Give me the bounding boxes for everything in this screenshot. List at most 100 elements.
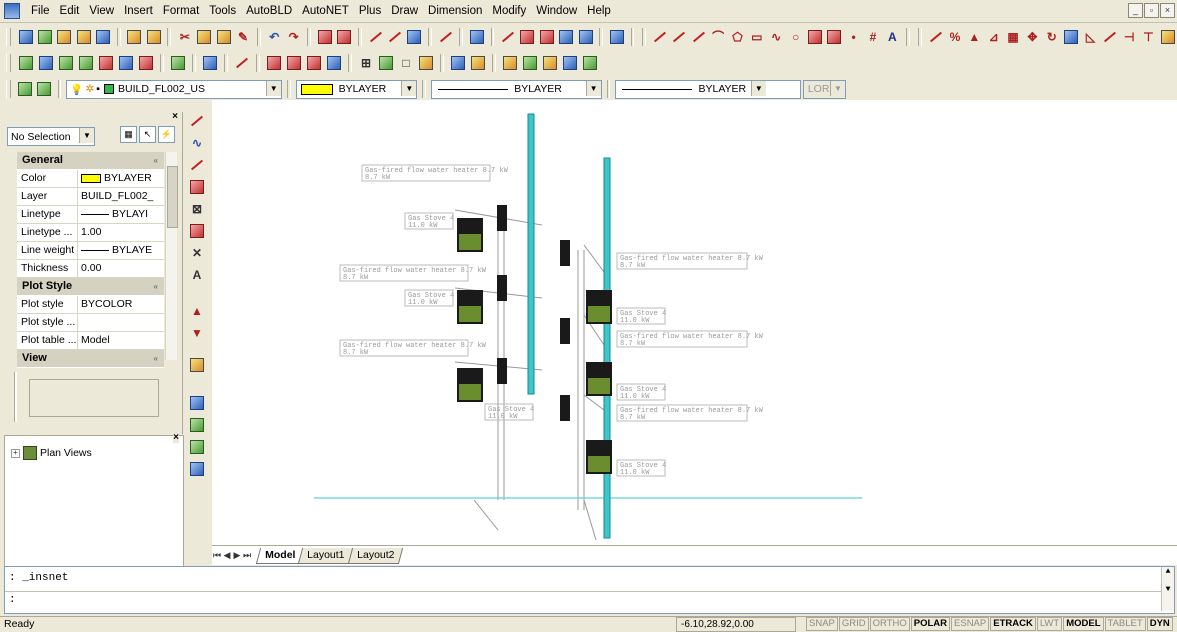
draw-cross-icon[interactable]: ✕ bbox=[188, 244, 206, 262]
menu-tools[interactable]: Tools bbox=[204, 5, 241, 17]
lineweight-select[interactable]: BYLAYER ▼ bbox=[615, 79, 801, 99]
trim-icon[interactable] bbox=[1101, 28, 1118, 46]
paste-icon[interactable] bbox=[215, 28, 232, 46]
bld-beam-icon[interactable] bbox=[469, 54, 487, 72]
undo-icon[interactable]: ↶ bbox=[266, 28, 283, 46]
menu-insert[interactable]: Insert bbox=[119, 5, 158, 17]
scroll-thumb[interactable] bbox=[167, 166, 178, 228]
last-tab-icon[interactable]: ⏭ bbox=[242, 550, 252, 561]
net-device-icon[interactable] bbox=[57, 54, 75, 72]
property-row[interactable]: Line weight BYLAYE bbox=[17, 242, 164, 260]
bld-door-icon[interactable] bbox=[285, 54, 303, 72]
toggle-dyn[interactable]: DYN bbox=[1146, 617, 1173, 631]
scale-icon[interactable] bbox=[1062, 28, 1079, 46]
tab-layout2[interactable]: Layout2 bbox=[347, 547, 404, 564]
toggle-grid[interactable]: GRID bbox=[838, 617, 869, 631]
net-check-icon[interactable] bbox=[117, 54, 135, 72]
save-icon[interactable] bbox=[94, 28, 111, 46]
zoom-in-icon[interactable] bbox=[558, 28, 575, 46]
print-preview-icon[interactable] bbox=[145, 28, 162, 46]
draw-block-icon[interactable] bbox=[188, 460, 206, 478]
net-valve-icon[interactable] bbox=[77, 54, 95, 72]
collapse-icon[interactable]: « bbox=[154, 350, 158, 367]
net-layer-icon[interactable] bbox=[169, 54, 187, 72]
polyline-icon[interactable] bbox=[367, 28, 384, 46]
selection-select[interactable]: No Selection ▼ bbox=[7, 127, 95, 146]
tree-node-plan-views[interactable]: + Plan Views bbox=[11, 446, 92, 460]
menu-draw[interactable]: Draw bbox=[386, 5, 423, 17]
property-row[interactable]: Layer BUILD_FL002_ bbox=[17, 188, 164, 206]
draw-line-icon[interactable] bbox=[188, 112, 206, 130]
plotstyle-select[interactable]: LOR ▼ bbox=[802, 79, 847, 99]
zoom-previous-icon[interactable] bbox=[577, 28, 594, 46]
bld-room-icon[interactable] bbox=[377, 54, 395, 72]
toggle-tablet[interactable]: TABLET bbox=[1104, 617, 1146, 631]
copy-icon[interactable] bbox=[196, 28, 213, 46]
minimize-icon[interactable]: _ bbox=[1128, 3, 1143, 18]
close-icon[interactable]: × bbox=[1160, 3, 1175, 18]
bld-roof-icon[interactable] bbox=[417, 54, 435, 72]
menu-modify[interactable]: Modify bbox=[487, 5, 531, 17]
spline-icon[interactable]: ∿ bbox=[768, 28, 785, 46]
insert-block-icon[interactable] bbox=[806, 28, 823, 46]
dimension-icon[interactable] bbox=[386, 28, 403, 46]
property-row[interactable]: Linetype ... 1.00 bbox=[17, 224, 164, 242]
draw-text-icon[interactable]: A bbox=[188, 266, 206, 284]
chamfer-icon[interactable] bbox=[1159, 28, 1176, 46]
linetype-select[interactable]: BYLAYER ▼ bbox=[431, 79, 602, 99]
point-icon[interactable]: • bbox=[845, 28, 862, 46]
close-icon[interactable]: × bbox=[173, 432, 179, 443]
rotate-icon[interactable]: ↻ bbox=[1043, 28, 1060, 46]
match-properties-icon[interactable]: ✎ bbox=[234, 28, 251, 46]
chevron-down-icon[interactable]: ▼ bbox=[830, 80, 846, 96]
first-tab-icon[interactable]: ⏮ bbox=[212, 550, 222, 561]
bld-render-icon[interactable] bbox=[561, 54, 579, 72]
property-row[interactable]: Thickness 0.00 bbox=[17, 260, 164, 278]
triangle-down-icon[interactable]: ▼ bbox=[188, 324, 206, 342]
bld-3d-icon[interactable] bbox=[541, 54, 559, 72]
property-row[interactable]: Plot style ... bbox=[17, 314, 164, 332]
property-row[interactable]: Linetype BYLAYI bbox=[17, 206, 164, 224]
collapse-icon[interactable]: « bbox=[154, 152, 158, 169]
chevron-down-icon[interactable]: ▼ bbox=[79, 128, 94, 143]
cut-icon[interactable]: ✂ bbox=[176, 28, 193, 46]
chevron-down-icon[interactable]: ▼ bbox=[585, 80, 601, 96]
move-icon[interactable]: ✥ bbox=[1024, 28, 1041, 46]
design-center-icon[interactable] bbox=[336, 28, 353, 46]
tab-layout1[interactable]: Layout1 bbox=[298, 547, 354, 564]
help-icon[interactable] bbox=[608, 28, 625, 46]
draw-table-icon[interactable] bbox=[188, 178, 206, 196]
triangle-up-icon[interactable]: ▲ bbox=[188, 302, 206, 320]
draw-spline-icon[interactable]: ∿ bbox=[188, 134, 206, 152]
draw-wipeout-icon[interactable] bbox=[188, 222, 206, 240]
menu-format[interactable]: Format bbox=[158, 5, 204, 17]
toggle-etrack[interactable]: ETRACK bbox=[990, 617, 1036, 631]
array-icon[interactable]: ▦ bbox=[1004, 28, 1021, 46]
drawing-canvas[interactable]: Gas-fired flow water heater 8.7 kW 8.7 kW… bbox=[212, 100, 1177, 545]
multiline-icon[interactable] bbox=[690, 28, 707, 46]
draw-layer-icon[interactable] bbox=[188, 356, 206, 374]
command-line[interactable]: : _insnet : ▲ ▼ bbox=[4, 566, 1175, 614]
bld-section-icon[interactable] bbox=[501, 54, 519, 72]
layer-icon[interactable] bbox=[406, 28, 423, 46]
copy-object-icon[interactable]: % bbox=[946, 28, 963, 46]
layer-previous-icon[interactable] bbox=[36, 80, 53, 98]
toggle-polar[interactable]: POLAR bbox=[910, 617, 951, 631]
net-route-icon[interactable] bbox=[233, 54, 251, 72]
toggle-snap[interactable]: SNAP bbox=[806, 617, 838, 631]
layer-select[interactable]: 💡 ✲ ▪ BUILD_FL002_US ▼ bbox=[66, 79, 282, 99]
line-icon[interactable] bbox=[651, 28, 668, 46]
bld-stair-icon[interactable] bbox=[325, 54, 343, 72]
net-connect-icon[interactable] bbox=[37, 54, 55, 72]
draw-flip-icon[interactable] bbox=[188, 438, 206, 456]
bld-column-icon[interactable] bbox=[449, 54, 467, 72]
command-prompt[interactable]: : bbox=[9, 594, 16, 606]
net-label-icon[interactable] bbox=[97, 54, 115, 72]
toggle-ortho[interactable]: ORTHO bbox=[869, 617, 910, 631]
chevron-down-icon[interactable]: ▼ bbox=[750, 80, 766, 96]
draw-layers-icon[interactable] bbox=[188, 416, 206, 434]
menu-autonet[interactable]: AutoNET bbox=[297, 5, 354, 17]
color-select[interactable]: BYLAYER ▼ bbox=[295, 79, 418, 99]
command-scrollbar[interactable]: ▲ ▼ bbox=[1161, 567, 1174, 611]
quick-select-icon[interactable]: ⚡ bbox=[158, 126, 175, 143]
